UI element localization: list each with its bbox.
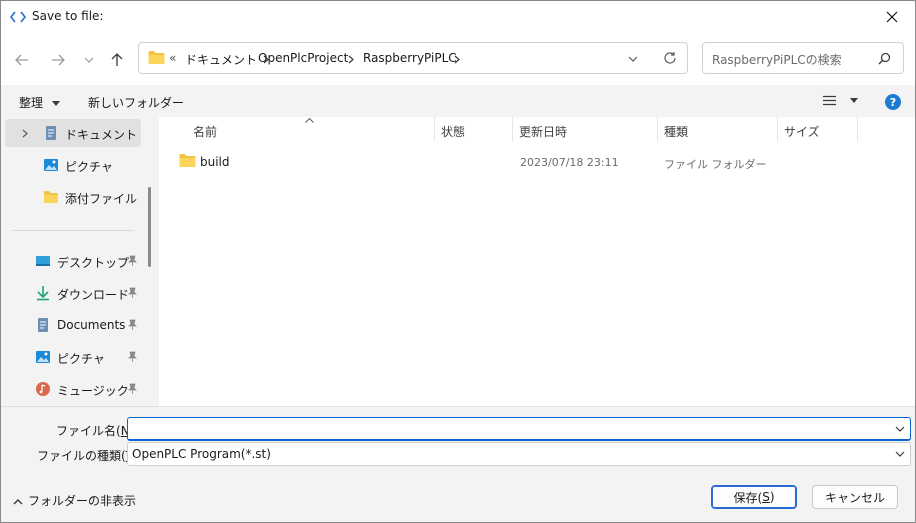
pictures-icon (44, 159, 58, 171)
hide-folders-button[interactable]: フォルダーの非表示 (13, 492, 136, 509)
folder-icon (148, 51, 165, 64)
code-icon (10, 11, 26, 23)
new-folder-button[interactable]: 新しいフォルダー (88, 94, 184, 111)
pin-icon[interactable] (127, 287, 138, 299)
chevron-down-icon[interactable] (894, 423, 906, 435)
address-history-chevron-icon[interactable] (628, 55, 638, 63)
sidebar-item-label: ミュージック (57, 384, 129, 398)
arrow-right-icon (52, 54, 65, 66)
column-header-name[interactable]: 名前 (193, 123, 217, 140)
cancel-button[interactable]: キャンセル (812, 485, 898, 509)
sidebar-divider (12, 230, 133, 231)
pin-icon[interactable] (127, 383, 138, 395)
sidebar-item-pictures-quick[interactable]: ピクチャ (1, 343, 141, 371)
caret-down-icon (849, 98, 858, 103)
sidebar-item-label: ドキュメント (65, 128, 138, 142)
file-list: 名前 状態 更新日時 種類 サイズ build 2023/07/18 23:11… (159, 117, 915, 406)
sidebar-item-music[interactable]: ミュージック (1, 375, 141, 403)
pictures-icon (36, 351, 50, 363)
file-name: build (200, 155, 230, 169)
title-bar: Save to file: (1, 1, 915, 33)
column-header-modified[interactable]: 更新日時 (519, 123, 567, 140)
address-overflow[interactable]: « (169, 51, 176, 65)
sort-ascending-icon (305, 118, 314, 123)
navigation-bar: « ドキュメント OpenPlcProject RaspberryPiPLC R… (1, 33, 915, 85)
help-icon[interactable]: ? (885, 94, 901, 110)
command-bar: 整理 新しいフォルダー ? (1, 85, 915, 118)
filename-input[interactable] (127, 417, 911, 441)
arrow-left-icon (15, 54, 28, 66)
form-divider (1, 406, 915, 407)
sidebar-item-pictures[interactable]: ピクチャ (1, 151, 141, 179)
folder-icon (44, 191, 58, 203)
sidebar-item-label: 添付ファイル (65, 192, 138, 206)
pin-icon[interactable] (127, 319, 138, 331)
column-divider[interactable] (434, 117, 435, 141)
chevron-up-icon (13, 499, 23, 505)
column-divider[interactable] (512, 117, 513, 141)
filetype-select[interactable]: OpenPLC Program(*.st) (127, 442, 911, 466)
list-view-icon (823, 95, 836, 106)
sidebar-item-label: ピクチャ (57, 352, 105, 366)
sidebar-item-attachments[interactable]: 添付ファイル (1, 183, 141, 211)
chevron-right-icon[interactable] (348, 55, 354, 64)
back-button[interactable] (12, 50, 32, 70)
table-row[interactable]: build 2023/07/18 23:11 ファイル フォルダー (159, 149, 859, 175)
pin-icon[interactable] (127, 351, 138, 363)
chevron-right-icon[interactable] (22, 129, 28, 138)
navigation-pane: ドキュメント ピクチャ 添付ファイル デスクトップ ダウンロード Documen… (1, 117, 159, 406)
close-button[interactable] (869, 1, 915, 33)
address-segment-openplcproject[interactable]: OpenPlcProject (258, 51, 348, 65)
forward-button[interactable] (48, 50, 68, 70)
arrow-up-icon (111, 53, 123, 66)
sidebar-scrollbar[interactable] (148, 187, 151, 267)
documents-icon (46, 126, 56, 140)
column-header-type[interactable]: 種類 (664, 123, 688, 140)
desktop-icon (36, 256, 50, 266)
filetype-value: OpenPLC Program(*.st) (132, 447, 271, 461)
address-segment-raspberrypiplc[interactable]: RaspberryPiPLC (363, 51, 457, 65)
organize-menu[interactable]: 整理 (19, 94, 60, 111)
column-header-size[interactable]: サイズ (784, 123, 820, 140)
sidebar-item-desktop[interactable]: デスクトップ (1, 247, 141, 275)
close-icon (886, 11, 898, 23)
search-input[interactable]: RaspberryPiPLCの検索 (702, 42, 904, 74)
address-bar[interactable]: « ドキュメント OpenPlcProject RaspberryPiPLC (138, 42, 688, 74)
refresh-icon[interactable] (663, 51, 677, 65)
column-divider[interactable] (657, 117, 658, 141)
window-title: Save to file: (32, 9, 104, 23)
sidebar-item-documents[interactable]: ドキュメント (5, 119, 141, 147)
column-divider[interactable] (857, 117, 858, 141)
hide-folders-label: フォルダーの非表示 (28, 494, 137, 508)
sidebar-item-label: Documents (57, 318, 126, 332)
address-segment-documents[interactable]: ドキュメント (185, 51, 257, 68)
file-type: ファイル フォルダー (664, 158, 767, 171)
sidebar-item-documents-quick[interactable]: Documents (1, 311, 141, 339)
save-dialog: Save to file: « ドキュメント OpenPlcProject Ra… (0, 0, 916, 523)
view-options-button[interactable] (823, 95, 858, 109)
column-divider[interactable] (777, 117, 778, 141)
sidebar-item-label: ピクチャ (65, 160, 113, 174)
search-placeholder: RaspberryPiPLCの検索 (712, 53, 842, 67)
download-icon (37, 286, 49, 301)
save-button[interactable]: 保存(S) (711, 485, 797, 509)
up-button[interactable] (107, 50, 127, 70)
caret-down-icon (51, 101, 60, 106)
music-icon (36, 382, 50, 396)
pin-icon[interactable] (127, 255, 138, 267)
file-modified: 2023/07/18 23:11 (520, 156, 619, 169)
chevron-down-icon (84, 57, 94, 63)
column-header-status[interactable]: 状態 (441, 123, 465, 140)
search-icon[interactable] (878, 52, 891, 65)
recent-locations-button[interactable] (79, 50, 99, 70)
sidebar-item-label: デスクトップ (57, 256, 130, 270)
sidebar-item-downloads[interactable]: ダウンロード (1, 279, 141, 307)
organize-label: 整理 (19, 96, 44, 110)
chevron-down-icon[interactable] (894, 448, 906, 460)
documents-icon (38, 318, 48, 332)
chevron-right-icon[interactable] (454, 55, 460, 64)
folder-icon (179, 154, 196, 167)
sidebar-item-label: ダウンロード (57, 288, 130, 302)
